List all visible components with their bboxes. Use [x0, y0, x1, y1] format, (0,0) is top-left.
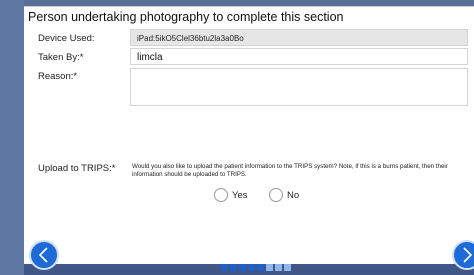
next-button[interactable]	[452, 240, 474, 270]
radio-circle-icon[interactable]	[269, 188, 283, 202]
photography-section-panel: Person undertaking photography to comple…	[24, 6, 474, 264]
section-title: Person undertaking photography to comple…	[28, 10, 344, 24]
upload-no-radio[interactable]: No	[269, 188, 299, 202]
upload-yes-label: Yes	[232, 189, 248, 201]
page-indicator	[221, 264, 291, 271]
reason-label: Reason:*	[38, 71, 78, 82]
upload-no-label: No	[287, 189, 300, 201]
page-dot[interactable]	[221, 264, 228, 271]
device-used-field: iPad:5ikO5Clel36btu2la3a0Bo	[130, 29, 468, 46]
chevron-left-icon	[38, 247, 48, 263]
taken-by-field[interactable]: limcla	[130, 48, 468, 65]
reason-textarea[interactable]	[130, 68, 468, 106]
chevron-right-icon	[463, 247, 473, 263]
upload-trips-question: Would you also like to upload the patien…	[132, 163, 448, 179]
device-used-label: Device Used:	[38, 33, 95, 44]
taken-by-label: Taken By:*	[38, 52, 84, 63]
back-button[interactable]	[29, 240, 59, 270]
page-dot[interactable]	[257, 264, 264, 271]
page-dot[interactable]	[230, 264, 237, 271]
left-background-strip	[0, 0, 24, 275]
page-dot[interactable]	[275, 264, 282, 271]
page-dot[interactable]	[239, 264, 246, 271]
upload-yes-radio[interactable]: Yes	[214, 188, 248, 202]
page-dot[interactable]	[248, 264, 255, 271]
page-dot[interactable]	[284, 264, 291, 271]
upload-trips-label: Upload to TRIPS:*	[38, 163, 116, 174]
radio-circle-icon[interactable]	[214, 188, 228, 202]
page-dot[interactable]	[266, 264, 273, 271]
